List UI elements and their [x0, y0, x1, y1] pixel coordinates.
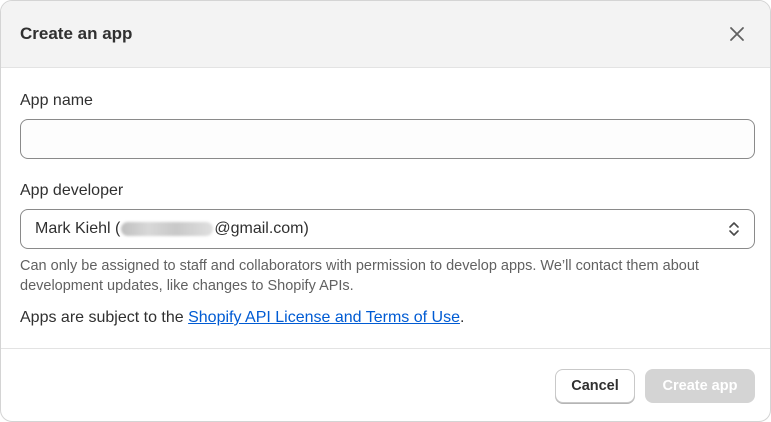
close-icon	[730, 27, 744, 41]
modal-header: Create an app	[1, 1, 770, 68]
app-name-input[interactable]	[20, 119, 755, 159]
terms-link[interactable]: Shopify API License and Terms of Use	[188, 309, 460, 326]
create-app-button[interactable]: Create app	[645, 368, 755, 403]
terms-suffix: .	[459, 309, 465, 326]
modal-title: Create an app	[20, 24, 133, 43]
chevron-up-down-icon	[729, 222, 739, 236]
app-developer-select[interactable]: Mark Kiehl ( @gmail.com)	[20, 209, 755, 249]
app-name-label: App name	[20, 92, 93, 109]
terms-notice: Apps are subject to the Shopify API Lice…	[20, 307, 754, 329]
create-app-modal: Create an app App name App developer Mar…	[0, 0, 771, 422]
developer-name-prefix: Mark Kiehl (	[35, 220, 121, 237]
cancel-button[interactable]: Cancel	[555, 368, 635, 403]
redacted-email-blur	[121, 222, 214, 236]
terms-prefix: Apps are subject to the	[20, 309, 189, 326]
developer-email-suffix: @gmail.com)	[214, 220, 309, 237]
app-developer-label: App developer	[20, 182, 124, 199]
modal-footer: Cancel Create app	[1, 348, 770, 421]
modal-body: App name App developer Mark Kiehl ( @gma…	[1, 68, 770, 329]
close-button[interactable]	[723, 20, 751, 48]
app-developer-help-text: Can only be assigned to staff and collab…	[20, 258, 699, 294]
app-developer-selected-value: Mark Kiehl ( @gmail.com)	[35, 220, 309, 238]
